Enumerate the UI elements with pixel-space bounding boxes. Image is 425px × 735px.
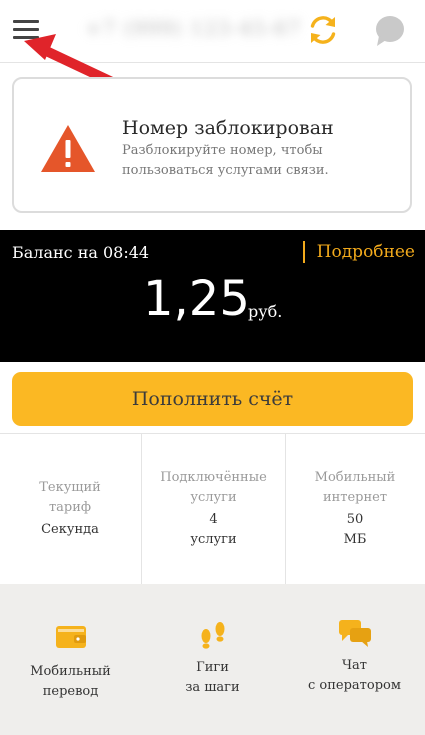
balance-amount: 1,25: [143, 271, 250, 327]
action-label: Чат с оператором: [308, 658, 401, 693]
balance-block: Баланс на 08:44 Подробнее 1,25 руб.: [0, 230, 425, 362]
stat-mobile-internet[interactable]: Мобильный интернет 50 МБ: [285, 434, 425, 584]
alert-title: Номер заблокирован: [122, 117, 334, 139]
alert-description: Разблокируйте номер, чтобы пользоваться …: [122, 143, 329, 178]
phone-number: +7 (999) 123-45-67: [85, 16, 302, 40]
stat-label: Мобильный интернет: [314, 470, 396, 505]
stat-label: Подключённые услуги: [160, 470, 267, 505]
stat-value: 50 МБ: [343, 512, 367, 547]
mobile-transfer-action[interactable]: Мобильный перевод: [0, 584, 141, 735]
chat-bubbles-icon: [338, 620, 371, 647]
balance-currency: руб.: [248, 302, 283, 321]
balance-label: Баланс на 08:44: [12, 243, 150, 262]
refresh-icon[interactable]: [306, 13, 340, 47]
blocked-number-card: Номер заблокирован Разблокируйте номер, …: [12, 77, 412, 213]
top-up-button[interactable]: Пополнить счёт: [12, 372, 413, 426]
gigs-for-steps-action[interactable]: Гиги за шаги: [142, 584, 283, 735]
stat-connected-services[interactable]: Подключённые услуги 4 услуги: [141, 434, 286, 584]
operator-chat-action[interactable]: Чат с оператором: [284, 584, 425, 735]
hamburger-menu-icon[interactable]: [13, 20, 39, 40]
action-label: Гиги за шаги: [185, 660, 240, 695]
action-label: Мобильный перевод: [30, 664, 111, 699]
footprints-icon: [201, 622, 224, 649]
app-header: +7 (999) 123-45-67: [0, 0, 425, 63]
stat-label: Текущий тариф: [39, 480, 101, 515]
quick-actions: Мобильный перевод Гиги за шаги Чат с опе…: [0, 584, 425, 735]
wallet-icon: [55, 626, 86, 648]
stat-value: Секунда: [41, 522, 99, 537]
details-link[interactable]: Подробнее: [302, 241, 415, 263]
account-stats: Текущий тариф Секунда Подключённые услуг…: [0, 433, 425, 585]
warning-icon: [41, 125, 95, 172]
chat-icon[interactable]: [373, 14, 407, 48]
stat-current-tariff[interactable]: Текущий тариф Секунда: [0, 434, 140, 584]
stat-value: 4 услуги: [190, 512, 237, 547]
